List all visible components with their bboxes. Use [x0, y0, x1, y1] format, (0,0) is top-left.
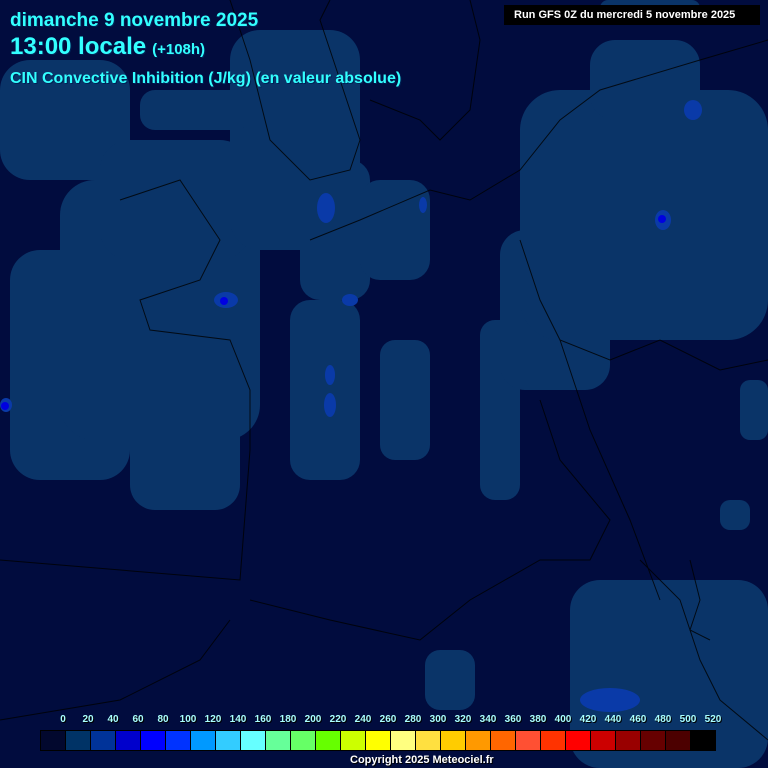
legend-swatch	[416, 731, 441, 750]
run-info: Run GFS 0Z du mercredi 5 novembre 2025	[504, 5, 760, 25]
legend-swatch	[516, 731, 541, 750]
legend-label: 220	[329, 714, 347, 725]
legend-label: 500	[679, 714, 697, 725]
legend-swatch	[391, 731, 416, 750]
legend-label: 180	[279, 714, 297, 725]
legend-swatch	[366, 731, 391, 750]
cin-0-20-zones	[0, 0, 768, 768]
legend-swatch	[241, 731, 266, 750]
legend-labels: 0 20 40 60 80 100 120 140 160 180 200 220 240 260 280 3…	[40, 714, 722, 728]
legend-label: 280	[404, 714, 422, 725]
legend-swatch	[691, 731, 715, 750]
legend-label: 480	[654, 714, 672, 725]
legend-label: 340	[479, 714, 497, 725]
legend-label: 0	[60, 714, 66, 725]
legend-label: 80	[157, 714, 169, 725]
legend-swatch	[91, 731, 116, 750]
legend-swatch	[216, 731, 241, 750]
legend-label: 160	[254, 714, 272, 725]
legend-swatch	[316, 731, 341, 750]
legend-swatch	[591, 731, 616, 750]
legend-label: 140	[229, 714, 247, 725]
legend-swatch	[566, 731, 591, 750]
weather-map-view: dimanche 9 novembre 2025 13:00 locale (+1…	[0, 0, 768, 768]
legend-label: 360	[504, 714, 522, 725]
legend-label: 60	[132, 714, 144, 725]
legend-swatch	[666, 731, 691, 750]
color-legend	[40, 730, 716, 751]
legend-swatch	[41, 731, 66, 750]
legend-label: 100	[179, 714, 197, 725]
legend-swatch	[191, 731, 216, 750]
legend-label: 400	[554, 714, 572, 725]
legend-label: 260	[379, 714, 397, 725]
legend-label: 380	[529, 714, 547, 725]
legend-label: 320	[454, 714, 472, 725]
copyright: Copyright 2025 Meteociel.fr	[350, 754, 494, 766]
legend-label: 460	[629, 714, 647, 725]
legend-swatch	[441, 731, 466, 750]
legend-label: 520	[704, 714, 722, 725]
legend-label: 40	[107, 714, 119, 725]
legend-label: 200	[304, 714, 322, 725]
legend-swatch	[641, 731, 666, 750]
legend-swatch	[66, 731, 91, 750]
legend-label: 420	[579, 714, 597, 725]
legend-swatch	[466, 731, 491, 750]
forecast-date: dimanche 9 novembre 2025	[10, 10, 259, 31]
parameter-title: CIN Convective Inhibition (J/kg) (en val…	[10, 70, 402, 87]
cin-map	[0, 0, 768, 768]
lead-time: (+108h)	[152, 41, 206, 58]
legend-label: 20	[82, 714, 94, 725]
legend-label: 120	[204, 714, 222, 725]
legend-swatch	[116, 731, 141, 750]
local-time: 13:00 locale	[10, 33, 147, 60]
legend-swatch	[491, 731, 516, 750]
legend-swatch	[541, 731, 566, 750]
legend-label: 440	[604, 714, 622, 725]
legend-swatch	[166, 731, 191, 750]
legend-swatch	[266, 731, 291, 750]
legend-swatch	[616, 731, 641, 750]
legend-swatch	[141, 731, 166, 750]
legend-label: 240	[354, 714, 372, 725]
legend-swatch	[291, 731, 316, 750]
forecast-time: 13:00 locale (+108h)	[10, 33, 205, 61]
legend-label: 300	[429, 714, 447, 725]
legend-swatch	[341, 731, 366, 750]
